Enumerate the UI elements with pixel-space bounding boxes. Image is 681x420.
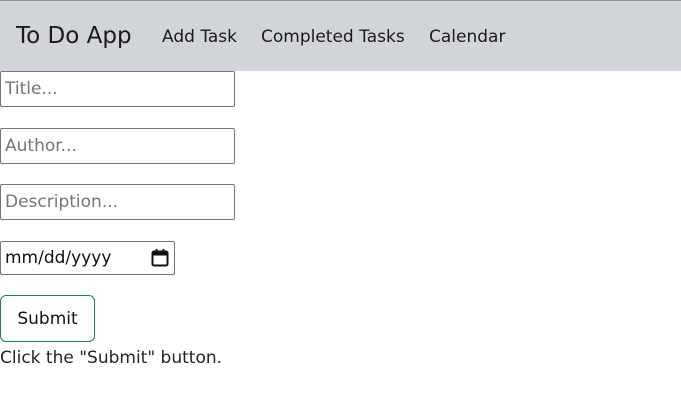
submit-hint-text: Click the "Submit" button. bbox=[0, 348, 223, 368]
nav-link-calendar[interactable]: Calendar bbox=[429, 26, 505, 48]
date-input[interactable]: mm/dd/yyyy bbox=[0, 241, 175, 275]
description-input[interactable] bbox=[0, 184, 235, 220]
nav-link-add-task[interactable]: Add Task bbox=[162, 26, 237, 48]
title-input[interactable] bbox=[0, 71, 235, 107]
nav-link-completed-tasks[interactable]: Completed Tasks bbox=[261, 26, 405, 48]
navbar: To Do App Add Task Completed Tasks Calen… bbox=[0, 0, 681, 71]
calendar-icon[interactable] bbox=[150, 248, 170, 268]
author-input[interactable] bbox=[0, 128, 235, 164]
date-input-text: mm/dd/yyyy bbox=[5, 248, 112, 268]
submit-button[interactable]: Submit bbox=[0, 295, 95, 342]
brand-title[interactable]: To Do App bbox=[16, 22, 132, 50]
